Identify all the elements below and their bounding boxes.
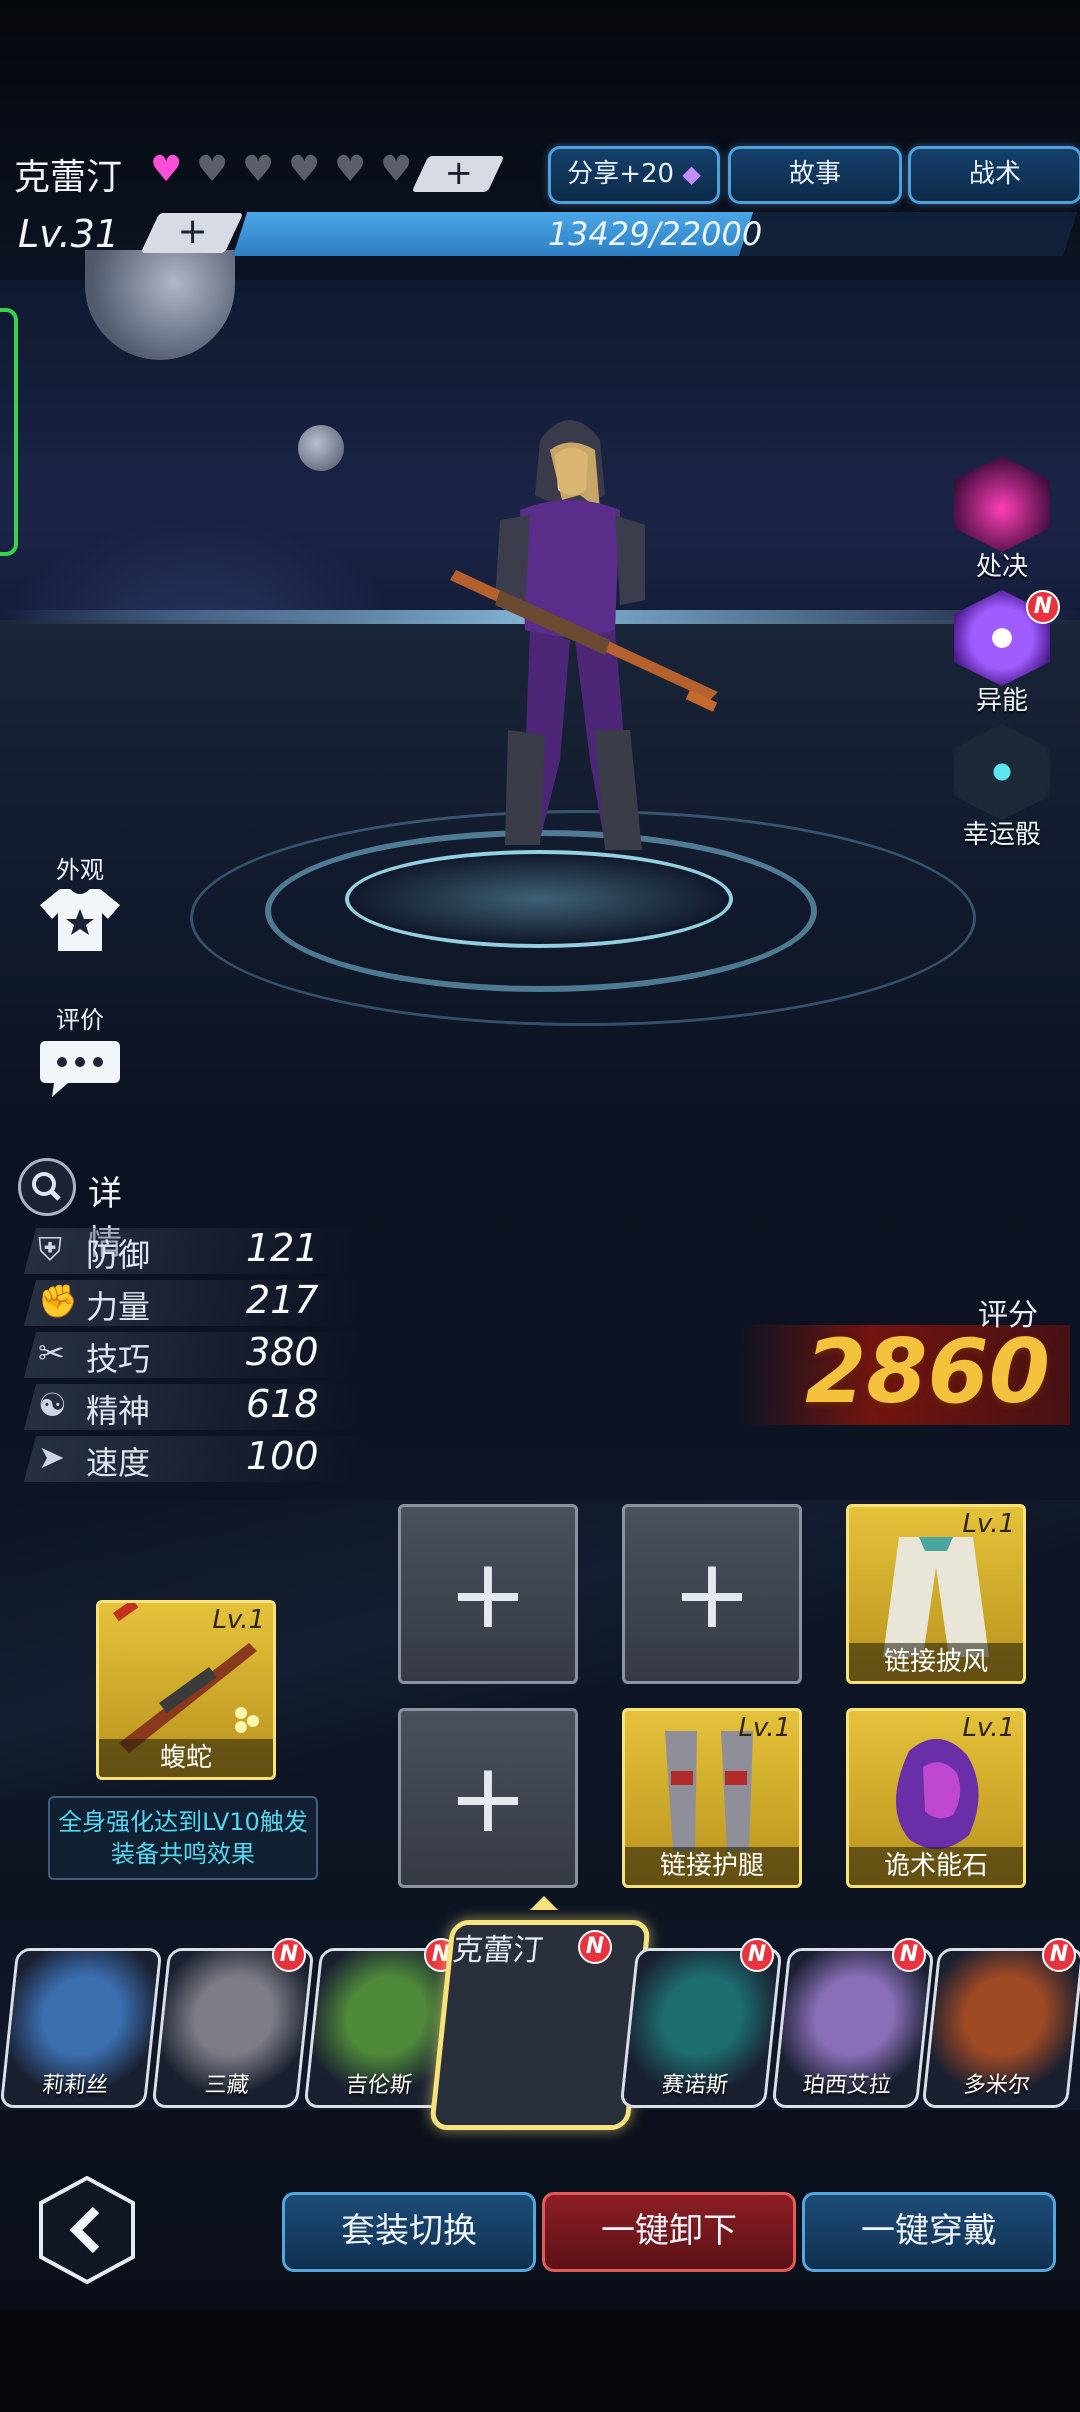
weapon-slot[interactable]: Lv.1 蝮蛇 <box>96 1600 276 1780</box>
stat-name: 力量 <box>86 1288 151 1326</box>
new-badge: N <box>892 1938 926 1972</box>
roster-card-7[interactable]: 多米尔 <box>921 1948 1080 2108</box>
stat-name: 精神 <box>86 1392 151 1430</box>
cape-slot[interactable]: Lv.1 链接披风 <box>846 1504 1026 1684</box>
selected-indicator-arrow <box>530 1896 558 1910</box>
dice-icon <box>954 724 1050 820</box>
empty-slot-gloves[interactable]: + <box>622 1504 802 1684</box>
score-value: 2860 <box>805 1320 1050 1423</box>
new-badge: N <box>740 1938 774 1972</box>
story-button[interactable]: 故事 <box>728 146 902 204</box>
character-name-label: 珀西艾拉 <box>801 2073 893 2098</box>
shirt-icon <box>40 889 120 951</box>
stat-name: 技巧 <box>86 1340 151 1378</box>
appearance-button[interactable]: 外观 <box>30 850 130 959</box>
tactics-button[interactable]: 战术 <box>908 146 1080 204</box>
character-name-label: 三藏 <box>203 2073 251 2098</box>
chat-bubble-icon <box>40 1041 120 1097</box>
stat-value: 618 <box>246 1382 319 1426</box>
character-name-label: 多米尔 <box>962 2073 1032 2098</box>
unequip-all-button[interactable]: 一键卸下 <box>542 2192 796 2272</box>
review-button[interactable]: 评价 <box>30 1000 130 1103</box>
character-name-label: 莉莉丝 <box>40 2073 110 2098</box>
back-button[interactable] <box>38 2176 136 2284</box>
execute-icon <box>954 456 1050 552</box>
resonance-hint: 全身强化达到LV10触发装备共鸣效果 <box>48 1796 318 1880</box>
add-icon: + <box>447 1742 529 1854</box>
roster-card-4[interactable]: 克蕾汀 <box>428 1920 652 2130</box>
equip-all-button[interactable]: 一键穿戴 <box>802 2192 1056 2272</box>
fist-icon: ✊ <box>38 1282 78 1320</box>
stat-value: 121 <box>246 1226 319 1270</box>
stat-name: 速度 <box>86 1444 151 1482</box>
gem-icon: ◆ <box>682 160 701 188</box>
leg-armor-slot[interactable]: Lv.1 链接护腿 <box>622 1708 802 1888</box>
roster-card-6[interactable]: 珀西艾拉 <box>771 1948 935 2108</box>
stat-value: 380 <box>246 1330 319 1374</box>
moon-decoration <box>298 425 344 471</box>
roster-card-1[interactable]: 莉莉丝 <box>0 1948 163 2108</box>
heart-filled-icon: ♥ <box>150 149 183 190</box>
suit-switch-button[interactable]: 套装切换 <box>282 2192 536 2272</box>
share-button[interactable]: 分享+20 ◆ <box>548 146 720 204</box>
stat-value: 100 <box>246 1434 319 1478</box>
search-icon <box>18 1158 76 1216</box>
stat-value: 217 <box>246 1278 319 1322</box>
heart-empty-icon: ♥ <box>196 149 229 190</box>
character-name: 克蕾汀 <box>14 157 123 198</box>
new-badge: N <box>1042 1938 1076 1972</box>
empty-slot-head[interactable]: + <box>398 1504 578 1684</box>
heart-empty-icon: ♥ <box>380 149 413 190</box>
mind-icon: ☯ <box>38 1386 67 1424</box>
skill-lucky-dice[interactable]: 幸运骰 <box>950 724 1054 851</box>
add-icon: + <box>671 1538 753 1650</box>
speed-icon: ➤ <box>38 1438 65 1476</box>
character-name-label: 克蕾汀 <box>450 1933 545 1968</box>
character-model[interactable] <box>390 400 750 880</box>
heart-empty-icon: ♥ <box>334 149 367 190</box>
xp-text: 13429/22000 <box>547 215 763 253</box>
add-icon: + <box>447 1538 529 1650</box>
heart-empty-icon: ♥ <box>242 149 275 190</box>
character-name-label: 吉伦斯 <box>344 2073 414 2098</box>
new-badge: N <box>1026 590 1060 624</box>
shield-icon: ⛨ <box>38 1230 63 1268</box>
energy-stone-slot[interactable]: Lv.1 诡术能石 <box>846 1708 1026 1888</box>
new-badge: N <box>578 1930 612 1964</box>
new-badge: N <box>272 1938 306 1972</box>
stat-name: 防御 <box>86 1236 151 1274</box>
heart-empty-icon: ♥ <box>288 149 321 190</box>
roster-card-2[interactable]: 三藏 <box>151 1948 315 2108</box>
system-nav-bar <box>0 2310 1080 2412</box>
left-edge-bracket <box>0 308 18 556</box>
roster-card-5[interactable]: 赛诺斯 <box>619 1948 783 2108</box>
empty-slot-chest[interactable]: + <box>398 1708 578 1888</box>
character-name-label: 赛诺斯 <box>660 2073 730 2098</box>
tools-icon: ✂ <box>38 1334 65 1372</box>
level-label: Lv.31 <box>18 212 119 256</box>
skill-execute[interactable]: 处决 <box>950 456 1054 583</box>
